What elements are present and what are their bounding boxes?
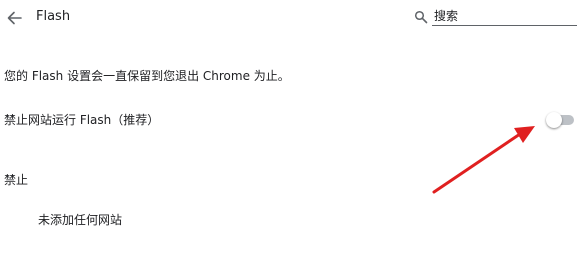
- back-button[interactable]: [3, 7, 25, 29]
- block-flash-label: 禁止网站运行 Flash（推荐）: [4, 113, 160, 127]
- block-flash-setting-row[interactable]: 禁止网站运行 Flash（推荐）: [0, 103, 580, 137]
- page-header: Flash: [0, 0, 580, 36]
- arrow-back-icon: [7, 11, 22, 25]
- page-title: Flash: [36, 9, 71, 24]
- search-input[interactable]: [432, 6, 577, 26]
- search-icon: [414, 10, 428, 24]
- block-section-title: 禁止: [4, 173, 29, 187]
- toggle-knob: [546, 112, 562, 128]
- block-flash-toggle[interactable]: [546, 112, 576, 128]
- block-list-empty-text: 未添加任何网站: [38, 213, 123, 227]
- search-box[interactable]: [414, 6, 579, 28]
- flash-info-text: 您的 Flash 设置会一直保留到您退出 Chrome 为止。: [4, 69, 290, 83]
